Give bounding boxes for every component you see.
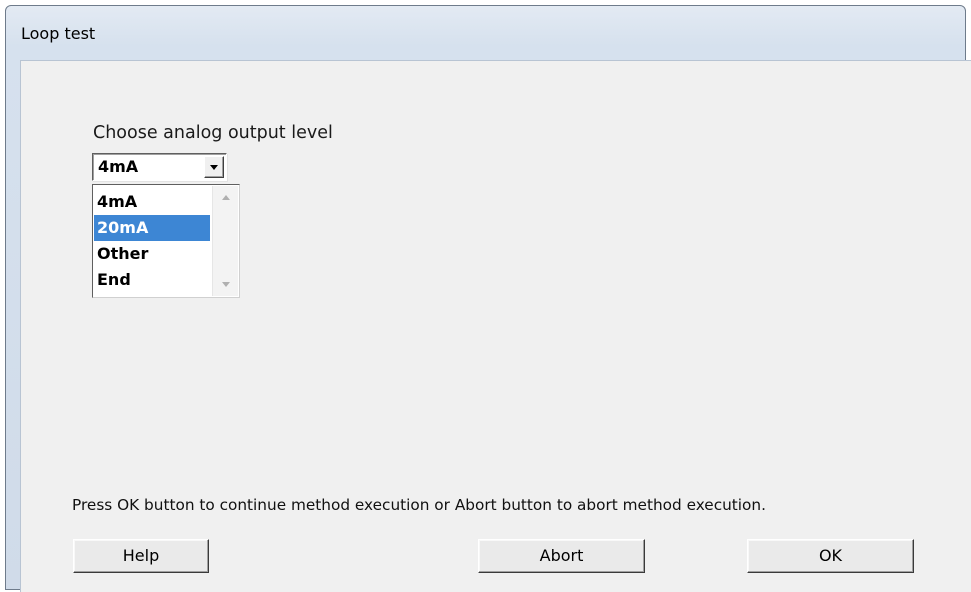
dropdown-options: 4mA 20mA Other End (94, 189, 210, 293)
combo-dropdown-button[interactable] (204, 156, 224, 178)
dropdown-option-other[interactable]: Other (94, 241, 210, 267)
combo-selected-value: 4mA (98, 157, 139, 176)
dropdown-option-end[interactable]: End (94, 267, 210, 293)
title-bar[interactable]: Loop test (6, 6, 965, 58)
dropdown-option-4ma[interactable]: 4mA (94, 189, 210, 215)
dropdown-scrollbar[interactable] (212, 186, 238, 296)
ok-button[interactable]: OK (747, 539, 914, 573)
chevron-down-icon (210, 165, 218, 170)
instruction-message: Press OK button to continue method execu… (72, 496, 766, 514)
dropdown-option-20ma[interactable]: 20mA (94, 215, 210, 241)
dialog-content: Choose analog output level 4mA 4mA 20mA … (20, 60, 971, 592)
help-button[interactable]: Help (73, 539, 209, 573)
analog-output-level-combo[interactable]: 4mA (92, 153, 227, 181)
scroll-down-arrow-icon[interactable] (222, 282, 230, 287)
loop-test-dialog: Loop test Choose analog output level 4mA… (5, 5, 971, 592)
scroll-up-arrow-icon[interactable] (222, 195, 230, 200)
analog-output-level-dropdown-list[interactable]: 4mA 20mA Other End (92, 184, 240, 298)
dialog-title: Loop test (21, 24, 96, 43)
analog-output-level-label: Choose analog output level (93, 123, 333, 143)
abort-button[interactable]: Abort (478, 539, 645, 573)
